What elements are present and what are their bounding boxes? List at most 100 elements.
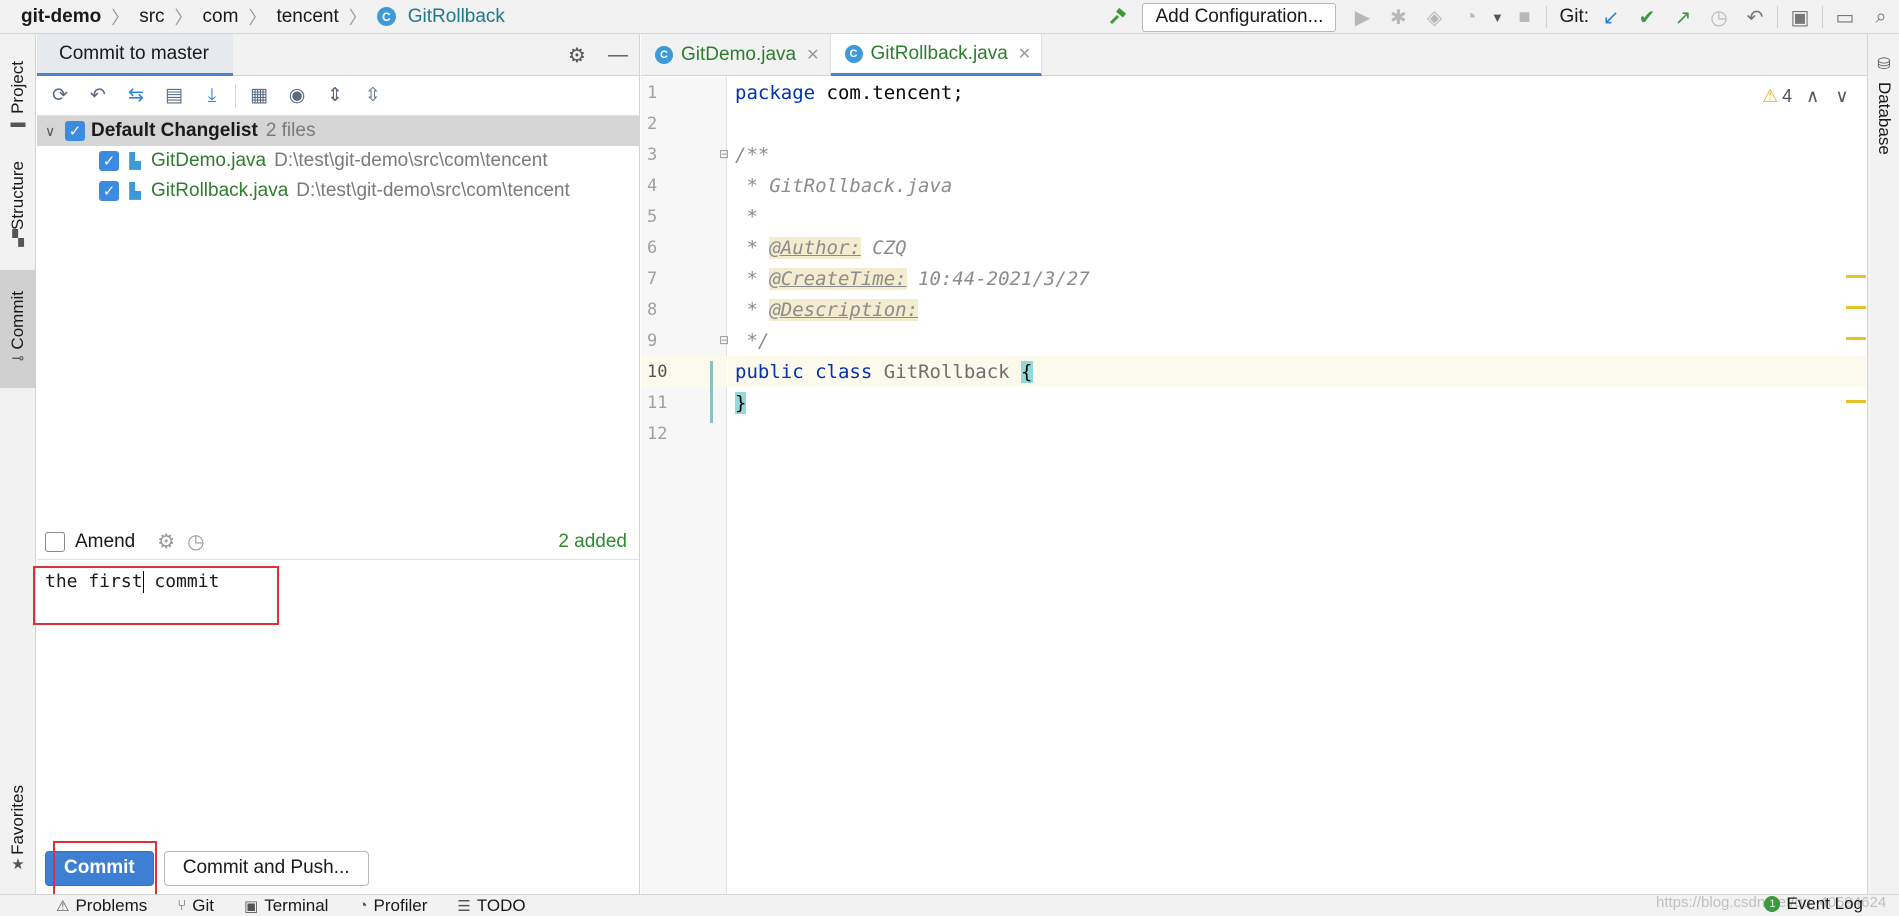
- code-token: CZQ: [860, 236, 907, 259]
- tab-label: GitDemo.java: [681, 44, 797, 65]
- commit-message-input[interactable]: the first commit: [37, 561, 639, 851]
- commit-and-push-button[interactable]: Commit and Push...: [163, 850, 369, 886]
- hammer-icon[interactable]: [1100, 0, 1136, 34]
- file-checkbox[interactable]: ✓: [99, 151, 119, 171]
- tool-tab-favorites[interactable]: Favorites ★: [0, 774, 36, 884]
- editor-tabs: C GitDemo.java ✕ C GitRollback.java ✕: [641, 34, 1867, 76]
- gear-icon[interactable]: ⚙: [157, 529, 175, 554]
- clock-icon[interactable]: ◷: [187, 529, 204, 554]
- code-token: GitRollback: [883, 360, 1010, 383]
- collapse-icon[interactable]: ⇳: [354, 77, 392, 115]
- tool-tab-database[interactable]: ⛁ Database: [1868, 54, 1899, 155]
- tool-git[interactable]: ⑂ Git: [177, 896, 214, 916]
- file-row[interactable]: ✓ ▙ GitRollback.java D:\test\git-demo\sr…: [37, 176, 639, 206]
- tool-tab-label: Commit: [8, 290, 27, 350]
- tool-tab-structure[interactable]: Structure ▚: [0, 154, 36, 254]
- profile-icon[interactable]: ◔: [1452, 0, 1488, 34]
- inspection-widget[interactable]: ⚠ 4 ∧ ∨: [1762, 86, 1849, 107]
- amend-label[interactable]: Amend: [75, 531, 135, 553]
- chevron-down-icon[interactable]: ▼: [1488, 0, 1506, 34]
- error-stripe-mark[interactable]: [1846, 306, 1866, 309]
- refresh-icon[interactable]: ⟳: [41, 77, 79, 115]
- tool-tab-label: Database: [1875, 82, 1894, 155]
- problems-icon: ⚠: [56, 897, 70, 915]
- changes-tree: ∨ ✓ Default Changelist 2 files ✓ ▙ GitDe…: [37, 116, 639, 206]
- expand-icon[interactable]: ⇕: [316, 77, 354, 115]
- git-push-icon[interactable]: ↗: [1665, 0, 1701, 34]
- divider: [235, 83, 236, 108]
- undo-icon[interactable]: ↶: [79, 77, 117, 115]
- close-icon[interactable]: ✕: [806, 45, 819, 65]
- amend-checkbox[interactable]: [45, 531, 65, 552]
- run-icon[interactable]: ▶: [1344, 0, 1380, 34]
- breadcrumb-com[interactable]: com: [197, 6, 245, 28]
- chevron-down-icon[interactable]: ∨: [1835, 86, 1848, 107]
- added-count: 2 added: [558, 530, 627, 552]
- breadcrumb-class[interactable]: GitRollback: [402, 6, 511, 28]
- warning-count: 4: [1782, 86, 1793, 106]
- code-line: /**: [728, 139, 1866, 170]
- changelist-checkbox[interactable]: ✓: [65, 121, 85, 141]
- breadcrumb-tencent[interactable]: tencent: [270, 6, 344, 28]
- right-tool-strip: ⛁ Database: [1867, 34, 1899, 894]
- debug-icon[interactable]: ✱: [1380, 0, 1416, 34]
- commit-button[interactable]: Commit: [45, 850, 154, 886]
- git-icon: ⑂: [177, 897, 187, 914]
- line-number: 4: [647, 175, 658, 196]
- tool-tab-label: Favorites: [8, 785, 27, 855]
- history-icon[interactable]: ◷: [1701, 0, 1737, 34]
- vcs-change-marker[interactable]: [710, 361, 713, 423]
- git-commit-icon[interactable]: ✔: [1629, 0, 1665, 34]
- project-structure-icon[interactable]: ▣: [1782, 0, 1818, 34]
- event-log-label: Event Log: [1786, 894, 1863, 913]
- chevron-up-icon[interactable]: ∧: [1806, 86, 1819, 107]
- eye-icon[interactable]: ◉: [278, 77, 316, 115]
- error-stripe-mark[interactable]: [1846, 400, 1866, 403]
- commit-panel-title[interactable]: Commit to master: [37, 34, 233, 76]
- chevron-down-icon[interactable]: ∨: [45, 123, 65, 140]
- group-icon[interactable]: ▦: [240, 77, 278, 115]
- presentation-icon[interactable]: ▭: [1827, 0, 1863, 34]
- commit-panel-header: Commit to master ⚙ —: [37, 34, 639, 76]
- tool-tab-project[interactable]: Project ▬: [0, 46, 36, 146]
- breadcrumb-src[interactable]: src: [133, 6, 170, 28]
- diff-icon[interactable]: ⇆: [117, 77, 155, 115]
- tab-gitrollback[interactable]: C GitRollback.java ✕: [830, 34, 1043, 76]
- tool-problems[interactable]: ⚠ Problems: [56, 896, 147, 916]
- tool-label: Terminal: [264, 895, 329, 915]
- code-area[interactable]: package com.tencent; /** * GitRollback.j…: [728, 77, 1866, 894]
- minimize-icon[interactable]: —: [608, 34, 628, 76]
- search-icon[interactable]: ⌕: [1863, 0, 1899, 34]
- file-checkbox[interactable]: ✓: [99, 181, 119, 201]
- tool-label: TODO: [476, 895, 526, 915]
- tool-tab-commit[interactable]: Commit ⊸: [0, 270, 36, 388]
- coverage-icon[interactable]: ◈: [1416, 0, 1452, 34]
- close-icon[interactable]: ✕: [1018, 44, 1031, 64]
- breadcrumb-project[interactable]: git-demo: [21, 6, 107, 28]
- changelist-name: Default Changelist: [91, 120, 258, 141]
- class-icon: C: [376, 7, 396, 26]
- changelist-row[interactable]: ∨ ✓ Default Changelist 2 files: [37, 116, 639, 146]
- commit-icon: ⊸: [11, 350, 25, 368]
- changelist-count: 2 files: [265, 120, 316, 141]
- tool-profiler[interactable]: ◔ Profiler: [358, 896, 427, 916]
- event-log[interactable]: 1 Event Log: [1764, 894, 1863, 914]
- gear-icon[interactable]: ⚙: [568, 34, 586, 76]
- file-row[interactable]: ✓ ▙ GitDemo.java D:\test\git-demo\src\co…: [37, 146, 639, 176]
- error-stripe-mark[interactable]: [1846, 337, 1866, 340]
- add-configuration-button[interactable]: Add Configuration...: [1142, 2, 1337, 32]
- line-number: 7: [647, 268, 658, 289]
- tab-gitdemo[interactable]: C GitDemo.java ✕: [641, 34, 831, 76]
- download-icon[interactable]: ⤓: [193, 77, 231, 115]
- error-stripe-mark[interactable]: [1846, 275, 1866, 278]
- tool-todo[interactable]: ☰ TODO: [457, 896, 525, 916]
- git-update-icon[interactable]: ↙: [1593, 0, 1629, 34]
- shelve-icon[interactable]: ▤: [155, 77, 193, 115]
- rollback-icon[interactable]: ↶: [1737, 0, 1773, 34]
- code-line: */: [728, 325, 1866, 356]
- divider: [1777, 6, 1778, 28]
- tool-terminal[interactable]: ▣ Terminal: [244, 896, 328, 916]
- code-line: }: [728, 387, 1866, 418]
- todo-icon: ☰: [457, 897, 471, 915]
- stop-icon[interactable]: ■: [1506, 0, 1542, 34]
